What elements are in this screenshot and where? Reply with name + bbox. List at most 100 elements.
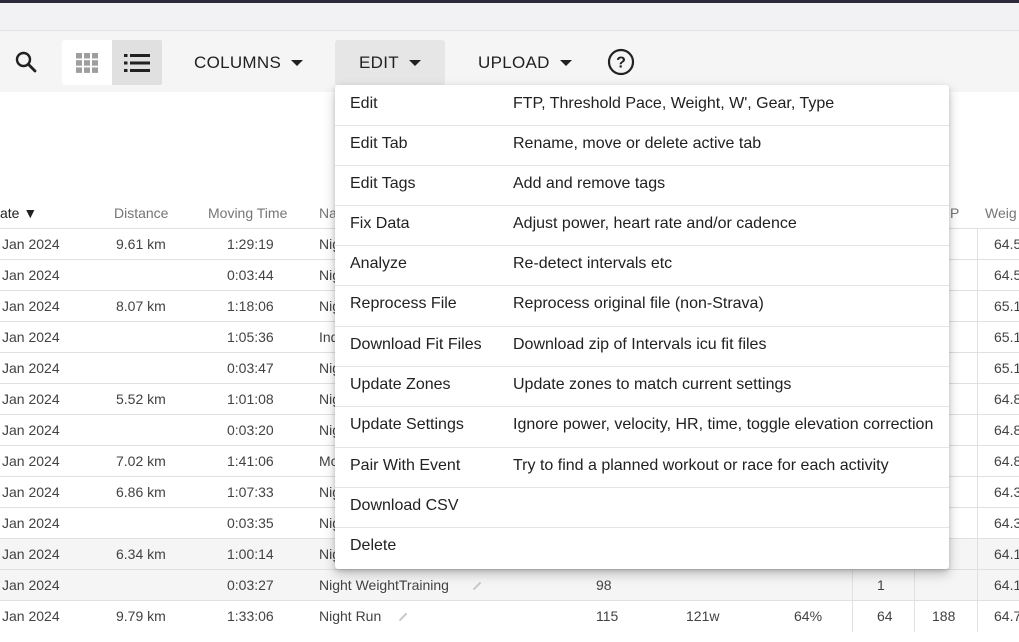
cell-date: Jan 2024 [2, 267, 60, 283]
cell-date: Jan 2024 [2, 577, 60, 593]
cell-value: 115 [596, 608, 619, 624]
column-divider [977, 601, 978, 632]
cell-weight: 64.7 [994, 608, 1019, 624]
menu-item-label: Update Zones [350, 376, 451, 393]
column-divider [852, 570, 853, 601]
cell-moving-time: 0:03:27 [227, 577, 274, 593]
column-divider [852, 601, 853, 632]
menu-item-edit-tab[interactable]: Edit Tab Rename, move or delete active ta… [335, 125, 949, 165]
edit-menu-button[interactable]: EDIT [335, 40, 445, 85]
menu-item-pair-with-event[interactable]: Pair With Event Try to find a planned wor… [335, 447, 949, 487]
column-header-distance[interactable]: Distance [114, 205, 168, 221]
menu-item-download-fit-files[interactable]: Download Fit Files Download zip of Interv… [335, 326, 949, 366]
column-divider [977, 477, 978, 508]
menu-item-description: Re-detect intervals etc [513, 255, 673, 272]
search-button[interactable] [8, 44, 44, 80]
cell-date: Jan 2024 [2, 236, 60, 252]
menu-item-analyze[interactable]: Analyze Re-detect intervals etc [335, 245, 949, 285]
menu-item-label: Edit [350, 95, 378, 112]
cell-date: Jan 2024 [2, 329, 60, 345]
cell-value: 121w [686, 608, 720, 624]
top-bar [0, 3, 1019, 31]
menu-item-edit-tags[interactable]: Edit Tags Add and remove tags [335, 165, 949, 205]
menu-item-label: Edit Tab [350, 135, 408, 152]
cell-weight: 64.5 [994, 267, 1019, 283]
cell-moving-time: 0:03:47 [227, 360, 274, 376]
help-button[interactable]: ? [606, 47, 636, 77]
cell-value: 64 [877, 608, 893, 624]
menu-item-download-csv[interactable]: Download CSV [335, 487, 949, 527]
menu-item-edit[interactable]: Edit FTP, Threshold Pace, Weight, W', Gea… [335, 85, 949, 125]
cell-date: Jan 2024 [2, 484, 60, 500]
column-divider [977, 539, 978, 570]
edit-dropdown-menu: Edit FTP, Threshold Pace, Weight, W', Gea… [335, 85, 949, 569]
cell-weight: 65.1 [994, 298, 1019, 314]
columns-menu-button[interactable]: COLUMNS [180, 40, 317, 85]
menu-item-update-zones[interactable]: Update Zones Update zones to match curren… [335, 366, 949, 406]
column-divider [977, 229, 978, 260]
cell-date: Jan 2024 [2, 515, 60, 531]
cell-date: Jan 2024 [2, 391, 60, 407]
menu-item-description: Update zones to match current settings [513, 376, 792, 393]
pencil-icon[interactable] [472, 581, 482, 591]
grid-view-button[interactable] [62, 40, 112, 85]
menu-item-description: Add and remove tags [513, 175, 666, 192]
edit-label: EDIT [359, 52, 399, 72]
list-view-button[interactable] [112, 40, 162, 85]
cell-name[interactable]: Night WeightTraining [319, 577, 449, 593]
menu-item-reprocess-file[interactable]: Reprocess File Reprocess original file (n… [335, 285, 949, 325]
cell-weight: 64.5 [994, 236, 1019, 252]
pencil-icon[interactable] [398, 612, 408, 622]
chevron-down-icon [408, 59, 421, 66]
column-divider [977, 446, 978, 477]
table-row[interactable]: Jan 2024 0:03:27 Night WeightTraining 98 1 64… [0, 569, 1019, 601]
cell-moving-time: 1:07:33 [227, 484, 274, 500]
menu-item-label: Reprocess File [350, 295, 457, 312]
cell-weight: 64.8 [994, 453, 1019, 469]
cell-date: Jan 2024 [2, 608, 60, 624]
cell-moving-time: 1:18:06 [227, 298, 274, 314]
cell-moving-time: 0:03:20 [227, 422, 274, 438]
chevron-down-icon [559, 59, 572, 66]
menu-item-label: Delete [350, 537, 397, 554]
cell-distance: 9.79 km [116, 608, 166, 624]
cell-date: Jan 2024 [2, 298, 60, 314]
column-header-moving-time[interactable]: Moving Time [208, 205, 287, 221]
cell-distance: 7.02 km [116, 453, 166, 469]
cell-distance: 5.52 km [116, 391, 166, 407]
column-divider [977, 260, 978, 291]
menu-item-label: Edit Tags [350, 175, 416, 192]
column-header-p[interactable]: P [950, 205, 959, 221]
menu-item-delete[interactable]: Delete [335, 527, 949, 567]
menu-item-label: Update Settings [350, 416, 464, 433]
upload-menu-button[interactable]: UPLOAD [464, 40, 586, 85]
menu-item-label: Download Fit Files [350, 336, 482, 353]
cell-moving-time: 1:33:06 [227, 608, 274, 624]
cell-distance: 6.34 km [116, 546, 166, 562]
cell-distance: 9.61 km [116, 236, 166, 252]
cell-date: Jan 2024 [2, 453, 60, 469]
menu-item-label: Download CSV [350, 497, 459, 514]
column-header-date[interactable]: ate ▼ [0, 205, 37, 221]
cell-distance: 8.07 km [116, 298, 166, 314]
cell-date: Jan 2024 [2, 360, 60, 376]
column-header-weight[interactable]: Weig [985, 205, 1017, 221]
cell-weight: 65.1 [994, 360, 1019, 376]
cell-name[interactable]: Night Run [319, 608, 381, 624]
view-toggle [62, 40, 163, 85]
menu-item-description: Adjust power, heart rate and/or cadence [513, 215, 797, 232]
menu-item-update-settings[interactable]: Update Settings Ignore power, velocity, H… [335, 406, 949, 446]
cell-weight: 64.1 [994, 546, 1019, 562]
cell-moving-time: 1:41:06 [227, 453, 274, 469]
chevron-down-icon [291, 59, 304, 66]
search-icon [15, 51, 37, 73]
cell-value: 64% [794, 608, 823, 624]
upload-label: UPLOAD [478, 52, 550, 72]
column-divider [914, 601, 915, 632]
cell-value: 1 [877, 577, 885, 593]
menu-item-fix-data[interactable]: Fix Data Adjust power, heart rate and/or … [335, 205, 949, 245]
menu-item-description: FTP, Threshold Pace, Weight, W', Gear, T… [513, 95, 835, 112]
cell-date: Jan 2024 [2, 422, 60, 438]
table-row[interactable]: Jan 2024 9.79 km 1:33:06 Night Run 115 121w 64… [0, 600, 1019, 632]
svg-text:?: ? [616, 55, 626, 72]
